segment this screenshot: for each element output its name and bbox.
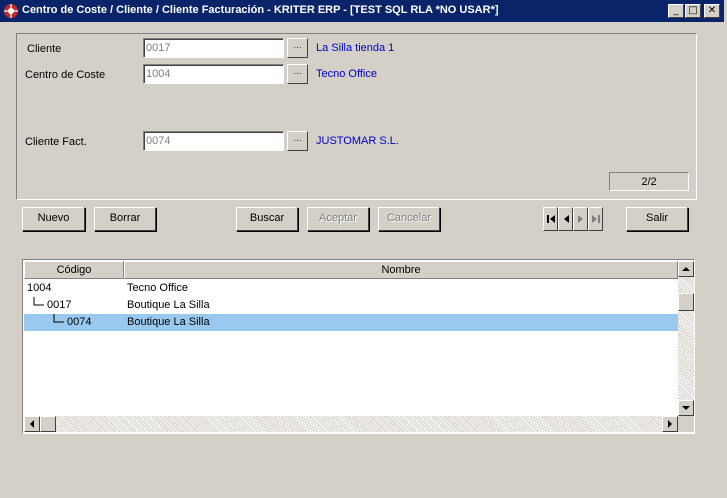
vertical-scrollbar[interactable] <box>678 261 694 416</box>
window-title: Centro de Coste / Cliente / Cliente Fact… <box>22 4 499 16</box>
form-panel <box>16 33 697 200</box>
row-nombre: Boutique La Silla <box>127 316 210 328</box>
scroll-left-icon <box>30 420 34 428</box>
row-codigo: 1004 <box>27 282 52 294</box>
cliente-field[interactable]: 0017 <box>143 38 284 58</box>
previous-record-icon <box>564 215 569 223</box>
cliente-fact-description: JUSTOMAR S.L. <box>316 135 399 147</box>
cliente-description: La Silla tienda 1 <box>316 42 395 54</box>
borrar-button[interactable]: Borrar <box>94 207 156 231</box>
cliente-fact-lookup-button[interactable]: ... <box>287 131 308 151</box>
scroll-down-icon <box>682 406 690 410</box>
first-record-icon <box>547 215 555 223</box>
record-counter: 2/2 <box>609 172 689 191</box>
row-nombre: Boutique La Silla <box>127 299 210 311</box>
scroll-right-icon <box>668 420 672 428</box>
last-record-button[interactable] <box>588 207 603 231</box>
buscar-button[interactable]: Buscar <box>236 207 298 231</box>
cancelar-button[interactable]: Cancelar <box>378 207 440 231</box>
scroll-down-button[interactable] <box>678 400 694 416</box>
scroll-right-button[interactable] <box>662 416 678 432</box>
cliente-lookup-button[interactable]: ... <box>287 38 308 58</box>
next-record-button[interactable] <box>573 207 588 231</box>
title-bar: Centro de Coste / Cliente / Cliente Fact… <box>0 0 724 22</box>
table-row[interactable]: 0017 Boutique La Silla <box>24 297 678 314</box>
close-icon: ✕ <box>707 5 717 16</box>
cliente-fact-label: Cliente Fact. <box>25 136 87 148</box>
centro-coste-description: Tecno Office <box>316 68 377 80</box>
close-button[interactable]: ✕ <box>704 4 720 18</box>
scroll-up-button[interactable] <box>678 261 694 277</box>
table-row[interactable]: 1004 Tecno Office <box>24 280 678 297</box>
column-header-codigo[interactable]: Código <box>24 261 124 279</box>
centro-coste-field[interactable]: 1004 <box>143 64 284 84</box>
cliente-label: Cliente <box>27 43 62 55</box>
row-codigo: 0017 <box>47 299 72 311</box>
last-record-icon <box>592 215 600 223</box>
vertical-scroll-thumb[interactable] <box>678 293 694 311</box>
cliente-fact-field[interactable]: 0074 <box>143 131 284 151</box>
nuevo-button[interactable]: Nuevo <box>22 207 85 231</box>
column-header-nombre[interactable]: Nombre <box>124 261 678 279</box>
maximize-icon: □ <box>688 5 698 16</box>
scroll-up-icon <box>682 267 690 271</box>
salir-button[interactable]: Salir <box>626 207 688 231</box>
tree-branch-icon <box>33 297 44 306</box>
scroll-left-button[interactable] <box>24 416 40 432</box>
results-grid[interactable]: Código Nombre 1004 Tecno Office 0017 Bou… <box>22 259 695 434</box>
centro-coste-label: Centro de Coste <box>25 69 106 81</box>
tree-branch-icon <box>53 314 64 323</box>
maximize-button[interactable]: □ <box>685 4 701 18</box>
row-nombre: Tecno Office <box>127 282 188 294</box>
table-row[interactable]: 0074 Boutique La Silla <box>24 314 678 331</box>
row-codigo: 0074 <box>67 316 92 328</box>
horizontal-scroll-thumb[interactable] <box>40 416 56 432</box>
horizontal-scrollbar[interactable] <box>24 416 678 432</box>
next-record-icon <box>578 215 583 223</box>
aceptar-button[interactable]: Aceptar <box>307 207 369 231</box>
scrollbar-corner <box>678 416 694 432</box>
minimize-icon: _ <box>673 5 679 16</box>
centro-coste-lookup-button[interactable]: ... <box>287 64 308 84</box>
app-icon <box>4 4 18 18</box>
previous-record-button[interactable] <box>558 207 573 231</box>
minimize-button[interactable]: _ <box>668 4 684 18</box>
first-record-button[interactable] <box>543 207 558 231</box>
